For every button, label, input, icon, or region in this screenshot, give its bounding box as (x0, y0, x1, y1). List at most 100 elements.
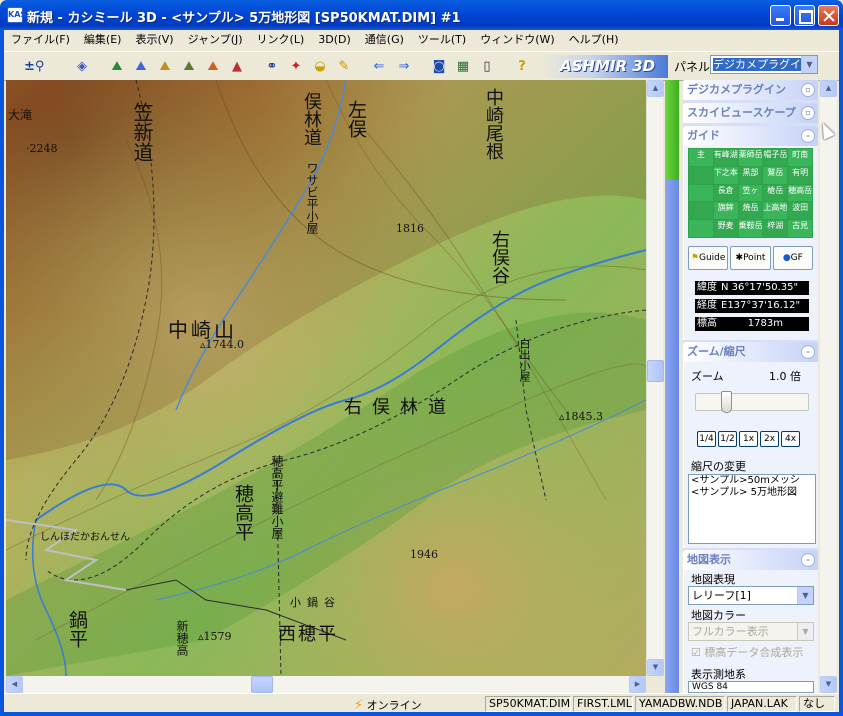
guide-grid-cell[interactable]: 乗鞍岳 (738, 220, 763, 237)
guide-grid-cell[interactable]: 有明 (788, 166, 812, 184)
expand-icon[interactable]: ▫ (801, 106, 815, 120)
chevron-down-icon[interactable]: ▼ (801, 56, 817, 73)
camera-icon[interactable]: ◙ (429, 58, 449, 76)
guide-grid-cell[interactable]: 槍岳 (763, 184, 788, 202)
panel-splitter[interactable] (665, 80, 679, 695)
guide-grid-cell[interactable]: 波田 (788, 202, 812, 220)
online-status[interactable]: ⚡ オンライン (354, 697, 422, 713)
zoom-slider[interactable] (695, 391, 809, 413)
map-view[interactable]: 笠新道 左俣 俣林道 ワサビ平小屋 中崎尾根 右俣谷 中崎山 ▵1744.0 1… (6, 80, 646, 676)
layer-icon[interactable]: ◈ (72, 58, 92, 76)
map-view-icon-6[interactable]: ▲ (227, 58, 247, 76)
guide-grid-cell[interactable]: 上高地 (763, 202, 788, 220)
zoom-slider-knob[interactable] (721, 391, 732, 413)
map-horizontal-scrollbar[interactable]: ◀ ▶ (6, 676, 646, 693)
film-icon[interactable]: ▦ (453, 58, 473, 76)
scroll-up-icon[interactable]: ▲ (647, 80, 664, 97)
guide-grid-cell[interactable]: 梓湖 (763, 220, 788, 237)
guide-grid-cell[interactable]: 焼岳 (738, 202, 763, 220)
guide-grid-cell[interactable]: 帽子岳 (763, 149, 788, 166)
chevron-down-icon[interactable]: ▼ (797, 587, 813, 604)
maximize-button[interactable] (794, 5, 815, 26)
zoom-4x-button[interactable]: 4x (781, 431, 800, 447)
datum-select[interactable]: WGS 84 (688, 681, 814, 693)
zoom-quarter-button[interactable]: 1/4 (697, 431, 716, 447)
scroll-down-icon[interactable]: ▼ (820, 676, 837, 693)
help-icon[interactable]: ? (512, 58, 532, 76)
section-guide[interactable]: ガイド – (683, 126, 818, 146)
marker-icon[interactable]: ✦ (286, 58, 306, 76)
app-icon[interactable]: KAS (7, 7, 26, 23)
guide-map-grid[interactable]: 主有峰湖 薬師岳 帽子岳 町南下之本 黒部 鷲岳 有明長倉 笠ヶ 槍岳 穂高岳旗鉾 焼岳 上高地 波田野… (688, 148, 813, 238)
guide-grid-cell[interactable]: 野麦 (713, 220, 738, 237)
device-icon[interactable]: ▯ (477, 58, 497, 76)
panel-vertical-scrollbar[interactable]: ▲ ▼ (820, 80, 837, 693)
title-bar[interactable]: KAS 新規 - カシミール 3D - <サンプル> 5万地形図 [SP50KM… (0, 0, 843, 30)
zoom-1x-button[interactable]: 1x (739, 431, 758, 447)
close-button[interactable] (818, 5, 839, 26)
section-zoom-scale[interactable]: ズーム/縮尺 – (683, 342, 818, 362)
tab-gps[interactable]: ●GF (772, 246, 813, 270)
scroll-up-icon[interactable]: ▲ (820, 80, 837, 97)
guide-grid-cell[interactable]: 旗鉾 (713, 202, 738, 220)
guide-grid-cell[interactable]: 穂高岳 (788, 184, 812, 202)
section-skyview[interactable]: スカイビュースケープ ▫ (683, 103, 818, 123)
minimize-button[interactable] (770, 5, 791, 26)
map-horizontal-thumb[interactable] (251, 676, 273, 693)
menu-3d[interactable]: 3D(D) (311, 30, 358, 50)
collapse-icon[interactable]: – (801, 553, 815, 567)
forward-arrow-icon[interactable]: ⇒ (394, 58, 414, 76)
menu-jump[interactable]: ジャンプ(J) (181, 30, 250, 50)
guide-grid-cell[interactable]: 下之本 (713, 166, 738, 184)
scroll-left-icon[interactable]: ◀ (6, 676, 23, 693)
scale-list[interactable]: <サンプル>50mメッシ <サンプル> 5万地形図 (688, 474, 816, 544)
guide-grid-cell[interactable]: 有峰湖 (713, 149, 738, 166)
guide-grid-cell[interactable]: 長倉 (713, 184, 738, 202)
menu-comm[interactable]: 通信(G) (358, 30, 411, 50)
checkbox-icon[interactable]: ☑ (691, 646, 701, 659)
tab-guide[interactable]: ⚑Guide (688, 246, 729, 270)
guide-grid-cell[interactable]: 町南 (788, 149, 812, 166)
menu-tools[interactable]: ツール(T) (411, 30, 473, 50)
section-map-display[interactable]: 地図表示 – (683, 550, 818, 570)
gps-icon[interactable]: ◒ (310, 58, 330, 76)
guide-grid-cell[interactable]: 笠ヶ (738, 184, 763, 202)
zoom-half-button[interactable]: 1/2 (718, 431, 737, 447)
map-view-icon-5[interactable]: ⛰ (203, 58, 223, 76)
chevron-down-icon[interactable]: ▼ (797, 623, 813, 640)
menu-file[interactable]: ファイル(F) (4, 30, 77, 50)
menu-window[interactable]: ウィンドウ(W) (473, 30, 561, 50)
guide-grid-cell[interactable] (689, 166, 713, 184)
collapse-icon[interactable]: – (801, 129, 815, 143)
binoculars-icon[interactable]: ⚭ (262, 58, 282, 76)
map-view-icon-3[interactable]: ⛰ (155, 58, 175, 76)
map-vertical-thumb[interactable] (647, 360, 664, 382)
menu-help[interactable]: ヘルプ(H) (562, 30, 626, 50)
guide-grid-cell[interactable]: 黒部 (738, 166, 763, 184)
guide-grid-cell[interactable]: 古見 (788, 220, 812, 237)
map-view-icon-1[interactable]: ⛰ (107, 58, 127, 76)
scroll-down-icon[interactable]: ▼ (647, 659, 664, 676)
panel-select[interactable]: デジカメプラグイ ▼ (710, 55, 818, 74)
menu-view[interactable]: 表示(V) (128, 30, 180, 50)
map-view-icon-2[interactable]: ⛰ (131, 58, 151, 76)
section-digicam-plugin[interactable]: デジカメプラグイン ▫ (683, 80, 818, 100)
menu-link[interactable]: リンク(L) (250, 30, 312, 50)
guide-grid-cell[interactable]: 薬師岳 (738, 149, 763, 166)
guide-grid-cell[interactable] (689, 184, 713, 202)
map-expression-select[interactable]: レリーフ[1] ▼ (688, 586, 814, 605)
guide-grid-cell[interactable]: 鷲岳 (763, 166, 788, 184)
guide-grid-cell[interactable]: 主 (689, 149, 713, 166)
tab-point[interactable]: ✱Point (730, 246, 771, 270)
map-color-select[interactable]: フルカラー表示 ▼ (688, 622, 814, 641)
pencil-icon[interactable]: ✎ (334, 58, 354, 76)
guide-grid-cell[interactable] (689, 202, 713, 220)
guide-grid-cell[interactable] (689, 220, 713, 237)
expand-icon[interactable]: ▫ (801, 83, 815, 97)
zoom-2x-button[interactable]: 2x (760, 431, 779, 447)
map-view-icon-4[interactable]: ⛰ (179, 58, 199, 76)
zoom-search-icon[interactable]: ±⚲ (24, 58, 44, 76)
scale-list-item[interactable]: <サンプル>50mメッシ (691, 475, 815, 487)
scroll-right-icon[interactable]: ▶ (629, 676, 646, 693)
map-vertical-scrollbar[interactable]: ▲ ▼ (646, 80, 664, 676)
